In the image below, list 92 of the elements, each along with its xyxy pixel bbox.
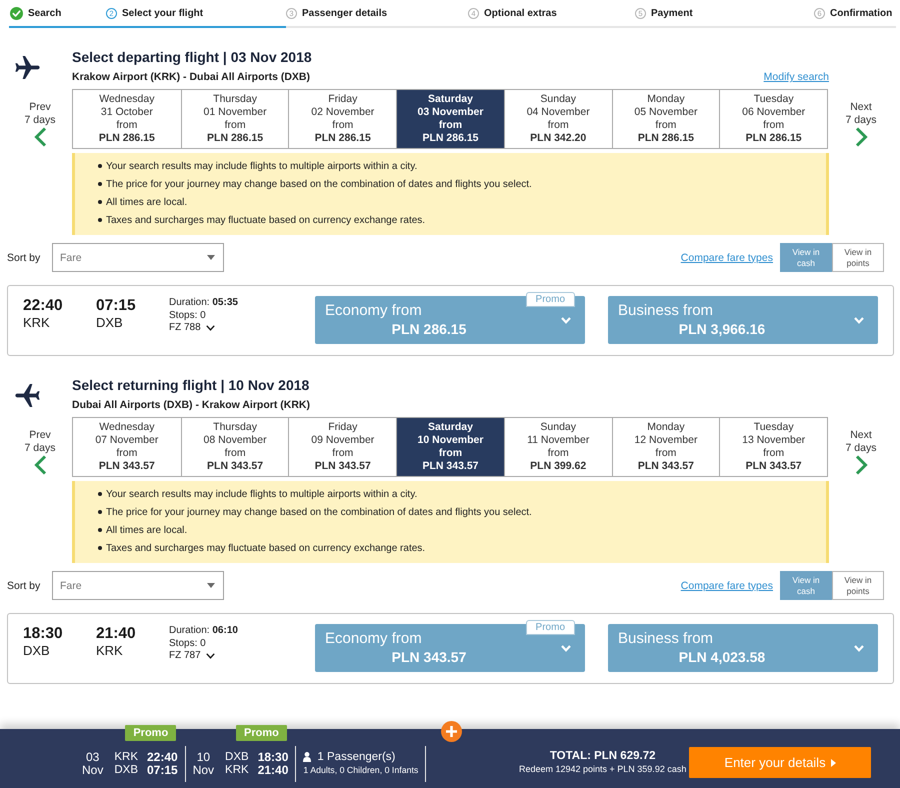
airport-code: DXB (225, 750, 249, 764)
chevron-down-icon (854, 644, 864, 652)
section-title: Select returning flight | 10 Nov 2018 (72, 376, 310, 394)
airplane-icon (15, 384, 40, 407)
step-label: Passenger details (302, 8, 388, 18)
duration-text: Duration: 06:10 (169, 625, 238, 638)
notice-text: All times are local. (106, 196, 188, 208)
chevron-down-icon (206, 653, 215, 660)
notice-text: The price for your journey may change based on the combination of dates and flights you select. (106, 506, 532, 518)
bullet-icon (98, 200, 102, 204)
bullet-icon (98, 182, 102, 186)
notice-text: All times are local. (106, 524, 188, 536)
sort-select[interactable]: Fare (52, 571, 224, 600)
stops-text: Stops: 0 (169, 638, 206, 650)
bullet-icon (98, 218, 102, 222)
plus-icon[interactable] (441, 721, 462, 742)
airplane-icon (15, 56, 40, 79)
chevron-down-icon (561, 644, 571, 652)
redeem-text: Redeem 12942 points + PLN 359.92 cash (518, 763, 686, 776)
notice-text: Your search results may include flights to multiple airports within a city. (106, 160, 418, 172)
chevron-down-icon (561, 316, 571, 324)
person-icon (303, 752, 312, 762)
promo-badge: Promo (526, 620, 575, 635)
step-label: Search (28, 8, 62, 18)
passenger-count: 1 Passenger(s) (317, 750, 396, 764)
caret-icon (830, 758, 836, 766)
caret-icon (207, 583, 215, 588)
bullet-icon (98, 546, 102, 550)
day-label: 10 (196, 750, 210, 764)
sort-label: Sort by (7, 252, 42, 264)
bullet-icon (98, 528, 102, 532)
chevron-left-icon (34, 127, 46, 147)
prev-week-button[interactable]: Prev 7 days (24, 101, 56, 147)
caret-icon (207, 255, 215, 260)
next-week-button[interactable]: Next 7 days (846, 101, 876, 147)
total-price: TOTAL: PLN 629.72 (550, 750, 656, 763)
flight-time: 21:40 (258, 764, 288, 776)
chevron-right-icon (854, 455, 868, 475)
view-mode-toggle[interactable]: View in points (832, 571, 884, 600)
arrival-time: 07:15 (96, 297, 136, 315)
flight-time: 22:40 (147, 750, 178, 764)
notice-text: Taxes and surcharges may fluctuate based on currency exchange rates. (106, 214, 426, 226)
promo-badge: Promo (526, 292, 575, 307)
section-title: Select departing flight | 03 Nov 2018 (72, 48, 313, 66)
month-label: Nov (192, 764, 214, 776)
step-label: Confirmation (830, 8, 892, 18)
date-option[interactable]: Saturday 10 November from PLN 343.57 (396, 418, 504, 476)
notice-text: Your search results may include flights to multiple airports within a city. (106, 488, 418, 500)
view-mode-toggle[interactable]: View in points (832, 243, 884, 272)
arrival-time: 21:40 (96, 625, 136, 643)
next-week-button[interactable]: Next 7 days (846, 429, 876, 475)
airport-code: DXB (23, 643, 50, 659)
chevron-down-icon (854, 316, 864, 324)
route-text: Krakow Airport (KRK) - Dubai All Airports (DXB) (72, 70, 310, 84)
month-label: Nov (82, 764, 104, 776)
flight-number-toggle[interactable]: FZ 787 (169, 650, 215, 662)
sort-select[interactable]: Fare (52, 243, 224, 272)
stops-text: Stops: 0 (169, 310, 206, 322)
airport-code: KRK (96, 643, 123, 659)
bullet-icon (98, 164, 102, 168)
route-text: Dubai All Airports (DXB) - Krakow Airport (KRK) (72, 398, 310, 412)
airport-code: DXB (114, 764, 138, 776)
airport-code: KRK (114, 750, 138, 764)
chevron-left-icon (34, 455, 46, 475)
compare-fare-types-link[interactable]: Compare fare types (680, 252, 773, 264)
step-label: Select your flight (122, 8, 204, 18)
airport-code: KRK (23, 315, 50, 331)
bullet-icon (98, 510, 102, 514)
step-label: Payment (651, 8, 693, 18)
prev-week-button[interactable]: Prev 7 days (24, 429, 56, 475)
chevron-down-icon (206, 325, 215, 332)
sort-label: Sort by (7, 580, 42, 592)
notice-text: Taxes and surcharges may fluctuate based on currency exchange rates. (106, 542, 426, 554)
duration-text: Duration: 05:35 (169, 297, 238, 310)
notice-text: The price for your journey may change based on the combination of dates and flights you select. (106, 178, 532, 190)
modify-search-link[interactable]: Modify search (764, 70, 829, 84)
flight-time: 18:30 (258, 750, 288, 764)
promo-tag: Promo (125, 725, 176, 741)
step-label: Optional extras (484, 8, 557, 18)
flight-number-toggle[interactable]: FZ 788 (169, 322, 215, 334)
date-option[interactable]: Saturday 03 November from PLN 286.15 (396, 90, 504, 148)
passenger-detail: 1 Adults, 0 Children, 0 Infants (303, 764, 418, 776)
day-label: 03 (86, 750, 100, 764)
compare-fare-types-link[interactable]: Compare fare types (680, 580, 773, 592)
bullet-icon (98, 492, 102, 496)
departure-time: 18:30 (23, 625, 63, 643)
flight-time: 07:15 (147, 764, 178, 776)
chevron-right-icon (854, 127, 868, 147)
departure-time: 22:40 (23, 297, 63, 315)
promo-tag: Promo (236, 725, 287, 741)
airport-code: DXB (96, 315, 123, 331)
airport-code: KRK (225, 764, 249, 776)
